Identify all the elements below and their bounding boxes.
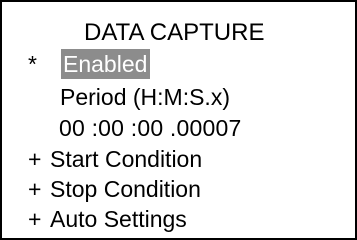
menu-item-label: Stop Condition	[50, 176, 201, 202]
expand-marker: +	[28, 206, 42, 232]
expand-marker: +	[28, 176, 42, 202]
menu-item-stop-condition[interactable]: + Stop Condition	[28, 175, 201, 203]
menu-item-label: Start Condition	[50, 146, 203, 172]
period-label: Period (H:M:S.x)	[60, 84, 230, 110]
enabled-option-highlighted[interactable]: Enabled	[61, 49, 151, 79]
period-value[interactable]: 00 :00 :00 .00007	[59, 114, 241, 142]
menu-item-auto-settings[interactable]: + Auto Settings	[28, 205, 187, 233]
menu-item-label: Auto Settings	[50, 206, 187, 232]
selection-marker: *	[28, 51, 37, 77]
menu-item-enabled[interactable]: * Enabled	[28, 49, 151, 79]
lcd-screen-frame: DATA CAPTURE * Enabled Period (H:M:S.x) 0…	[0, 0, 357, 240]
expand-marker: +	[28, 146, 42, 172]
menu-item-start-condition[interactable]: + Start Condition	[28, 145, 202, 173]
screen-title: DATA CAPTURE	[84, 19, 265, 46]
